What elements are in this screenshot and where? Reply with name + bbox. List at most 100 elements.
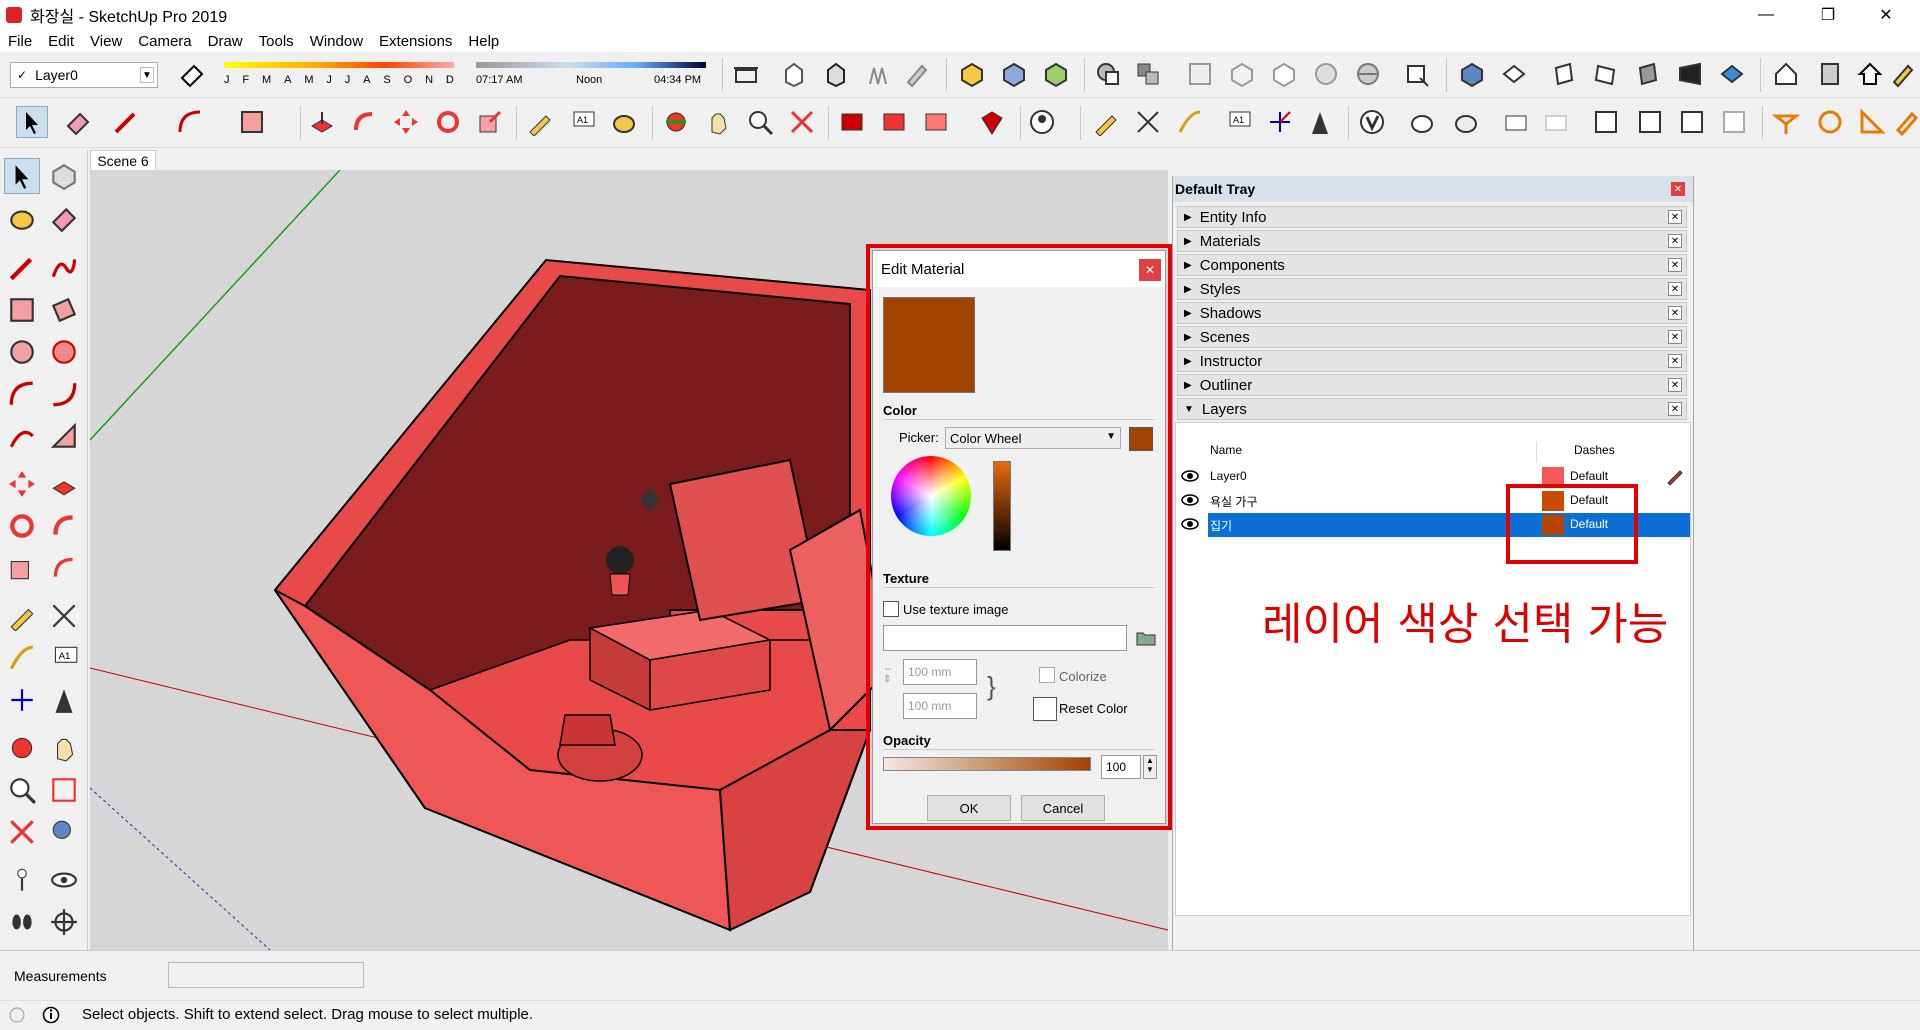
circle-orange-icon[interactable]	[1814, 106, 1846, 138]
rotated-rectangle-icon[interactable]	[46, 292, 82, 328]
two-point-arc-icon[interactable]	[46, 376, 82, 412]
layer-dropdown[interactable]: ✓ Layer0 ▼	[10, 62, 158, 88]
eraser-icon[interactable]	[46, 200, 82, 236]
shadow-time-slider[interactable]: 07:17 AM Noon 04:34 PM	[476, 58, 706, 86]
close-icon[interactable]: ✕	[1668, 234, 1682, 248]
display-section-cuts-icon[interactable]	[820, 58, 852, 90]
brightness-slider[interactable]	[993, 461, 1011, 551]
browse-folder-icon[interactable]	[1135, 627, 1157, 649]
pan-icon[interactable]	[46, 730, 82, 766]
paint-bucket-icon[interactable]	[998, 58, 1030, 90]
style-shaded-icon[interactable]	[1310, 58, 1342, 90]
look-around-icon[interactable]	[46, 862, 82, 898]
measurements-input[interactable]	[168, 962, 364, 988]
pie-icon[interactable]	[46, 418, 82, 454]
follow-me-tool-icon[interactable]	[348, 106, 380, 138]
section-plane-icon[interactable]	[46, 904, 82, 940]
pan-tool-icon[interactable]	[702, 106, 734, 138]
close-icon[interactable]: ✕	[1668, 210, 1682, 224]
paint-bucket-icon[interactable]	[4, 200, 40, 236]
cancel-button[interactable]: Cancel	[1021, 795, 1105, 821]
view-left-icon[interactable]	[1674, 58, 1706, 90]
current-color-swatch[interactable]	[1129, 427, 1153, 451]
view-iso-icon[interactable]	[1456, 58, 1488, 90]
panel-materials[interactable]: ▶ Materials ✕	[1177, 230, 1687, 252]
sandbox-icon[interactable]	[1356, 106, 1388, 138]
menu-view[interactable]: View	[82, 33, 130, 50]
select-tool-icon[interactable]	[16, 106, 48, 138]
3d-text-tool-icon[interactable]	[1304, 106, 1336, 138]
menu-extensions[interactable]: Extensions	[371, 33, 460, 50]
layer-eraser-icon[interactable]	[176, 58, 208, 90]
rotate-icon[interactable]	[4, 508, 40, 544]
arc-tool-icon[interactable]	[174, 106, 206, 138]
extension-warehouse-icon[interactable]	[836, 106, 868, 138]
line-icon[interactable]	[4, 250, 40, 286]
menu-tools[interactable]: Tools	[251, 33, 302, 50]
share-model-icon[interactable]	[920, 106, 952, 138]
menu-help[interactable]: Help	[460, 33, 507, 50]
orbit-icon[interactable]	[4, 730, 40, 766]
ruby-console-icon[interactable]	[976, 106, 1008, 138]
texture-path-input[interactable]	[883, 625, 1127, 651]
style-textured-icon[interactable]	[1352, 58, 1384, 90]
geo-location-icon[interactable]	[8, 1006, 26, 1024]
house-icon[interactable]	[1770, 58, 1802, 90]
opacity-input[interactable]: 100	[1101, 755, 1141, 779]
style-wireframe-icon[interactable]	[1226, 58, 1258, 90]
close-icon[interactable]: ✕	[1668, 306, 1682, 320]
colorize-checkbox[interactable]	[1039, 667, 1055, 683]
3d-text-icon[interactable]	[46, 682, 82, 718]
restore-button[interactable]: ❐	[1800, 0, 1856, 30]
visibility-eye-icon[interactable]	[1180, 492, 1200, 508]
link-chain-icon[interactable]: }	[987, 671, 996, 702]
three-point-arc-icon[interactable]	[4, 418, 40, 454]
close-icon[interactable]: ✕	[1668, 378, 1682, 392]
color-picker-select[interactable]: Color Wheel ▼	[945, 427, 1121, 449]
push-pull-tool-icon[interactable]	[306, 106, 338, 138]
protractor-icon[interactable]	[4, 640, 40, 676]
window-frame-icon[interactable]	[1590, 106, 1622, 138]
text-icon[interactable]: A1	[46, 640, 82, 676]
close-icon[interactable]: ✕	[1668, 402, 1682, 416]
push-pull-icon[interactable]	[46, 466, 82, 502]
move-tool-icon[interactable]	[390, 106, 422, 138]
zoom-icon[interactable]	[4, 772, 40, 808]
rectangle-icon[interactable]	[4, 292, 40, 328]
make-component-icon[interactable]	[46, 158, 82, 194]
label-tool-icon[interactable]: A1	[1222, 106, 1254, 138]
orbit-tool-icon[interactable]	[660, 106, 692, 138]
kettle-frame-icon[interactable]	[1634, 106, 1666, 138]
view-right-icon[interactable]	[1590, 58, 1622, 90]
menu-camera[interactable]: Camera	[130, 33, 199, 50]
walk-icon[interactable]	[4, 904, 40, 940]
tape-measure-icon[interactable]	[4, 598, 40, 634]
rectangle-tool-icon[interactable]	[236, 106, 268, 138]
paint-tool-icon[interactable]	[608, 106, 640, 138]
zoom-extents-icon[interactable]	[4, 814, 40, 850]
dimension-icon[interactable]	[46, 598, 82, 634]
panel-instructor[interactable]: ▶ Instructor ✕	[1177, 350, 1687, 372]
select-tool-icon[interactable]	[4, 158, 40, 194]
ok-button[interactable]: OK	[927, 795, 1011, 821]
text-tool-icon[interactable]: A1	[566, 106, 598, 138]
pencil-orange-icon[interactable]	[1890, 106, 1920, 138]
outer-shell-icon[interactable]	[1132, 58, 1164, 90]
visibility-eye-icon[interactable]	[1180, 468, 1200, 484]
close-icon[interactable]: ✕	[1668, 258, 1682, 272]
opacity-spinner-icon[interactable]: ▲ ▼	[1143, 755, 1157, 779]
follow-me-icon[interactable]	[46, 508, 82, 544]
close-icon[interactable]: ✕	[1668, 282, 1682, 296]
zoom-extents-tool-icon[interactable]	[786, 106, 818, 138]
shadow-month-slider[interactable]: J F M A M J J A S O N D	[224, 58, 454, 86]
make-component-icon[interactable]	[956, 58, 988, 90]
opacity-slider[interactable]	[883, 757, 1091, 771]
close-icon[interactable]: ✕	[1668, 354, 1682, 368]
arc-icon[interactable]	[4, 376, 40, 412]
teapot-icon[interactable]	[1406, 106, 1438, 138]
layer-dashes[interactable]: Default	[1570, 469, 1608, 483]
home-icon[interactable]	[1854, 58, 1886, 90]
scale-tool-icon[interactable]	[474, 106, 506, 138]
axes-icon[interactable]	[4, 682, 40, 718]
panel-components[interactable]: ▶ Components ✕	[1177, 254, 1687, 276]
